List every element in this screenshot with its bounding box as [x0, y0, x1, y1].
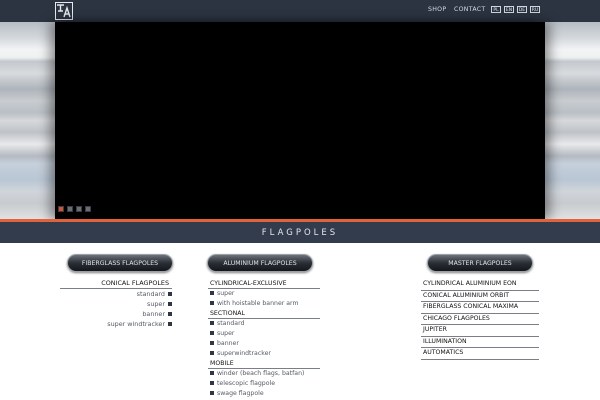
- list-item[interactable]: super: [208, 329, 320, 339]
- language-switcher: PL EN DE RU: [491, 6, 540, 13]
- list-item-label: super: [147, 300, 165, 308]
- list-item[interactable]: super: [208, 289, 320, 299]
- slider-dot-2[interactable]: [67, 206, 73, 212]
- nav-shop-link[interactable]: SHOP: [428, 6, 446, 13]
- bullet-square-icon: [168, 322, 172, 326]
- fiberglass-list: CONICAL FLAGPOLES standard super banner …: [60, 279, 172, 329]
- bullet-square-icon: [210, 351, 214, 355]
- list-item-label: standard: [136, 290, 165, 298]
- hero-video-slide[interactable]: [55, 22, 545, 219]
- lang-pl-button[interactable]: PL: [491, 6, 501, 13]
- bullet-square-icon: [210, 381, 214, 385]
- nav-contact-link[interactable]: CONTACT: [454, 6, 485, 13]
- list-item[interactable]: super windtracker: [60, 319, 172, 329]
- list-item[interactable]: JUPITER: [421, 325, 539, 337]
- bullet-square-icon: [210, 331, 214, 335]
- list-item[interactable]: standard: [60, 289, 172, 299]
- group-heading[interactable]: MOBILE: [208, 359, 320, 369]
- bullet-square-icon: [210, 291, 214, 295]
- list-item[interactable]: banner: [208, 339, 320, 349]
- lang-en-button[interactable]: EN: [504, 6, 514, 13]
- list-item-label: banner: [142, 310, 165, 318]
- list-item[interactable]: FIBERGLASS CONICAL MAXIMA: [421, 302, 539, 314]
- section-title: FLAGPOLES: [261, 228, 339, 238]
- bullet-square-icon: [210, 301, 214, 305]
- bullet-square-icon: [210, 321, 214, 325]
- master-flagpoles-button[interactable]: MASTER FLAGPOLES: [427, 254, 533, 272]
- list-item[interactable]: winder (beach flags, batfan): [208, 369, 320, 379]
- fiberglass-flagpoles-button[interactable]: FIBERGLASS FLAGPOLES: [67, 254, 173, 272]
- bullet-square-icon: [168, 312, 172, 316]
- list-item[interactable]: telescopic flagpole: [208, 379, 320, 389]
- list-item[interactable]: standard: [208, 319, 320, 329]
- slider-dot-4[interactable]: [85, 206, 91, 212]
- list-item[interactable]: with hoistable banner arm: [208, 299, 320, 309]
- bullet-square-icon: [210, 341, 214, 345]
- bullet-square-icon: [168, 292, 172, 296]
- group-heading[interactable]: CYLINDRICAL-EXCLUSIVE: [208, 279, 320, 289]
- aluminium-flagpoles-button[interactable]: ALUMINIUM FLAGPOLES: [207, 254, 313, 272]
- section-bar: FLAGPOLES: [0, 222, 600, 243]
- slider-dots: [58, 206, 91, 212]
- list-item[interactable]: ILLUMINATION: [421, 337, 539, 348]
- list-item-label: winder (beach flags, batfan): [217, 370, 305, 377]
- group-heading[interactable]: SECTIONAL: [208, 309, 320, 319]
- bullet-square-icon: [210, 371, 214, 375]
- list-item-label: standard: [217, 320, 245, 327]
- list-item-label: with hoistable banner arm: [217, 300, 299, 307]
- bullet-square-icon: [168, 302, 172, 306]
- list-item-label: super windtracker: [107, 320, 165, 328]
- list-item[interactable]: superwindtracker: [208, 349, 320, 359]
- master-list: CYLINDRICAL ALUMINIUM EON CONICAL ALUMIN…: [421, 279, 539, 360]
- lang-ru-button[interactable]: RU: [530, 6, 540, 13]
- hero-background: [0, 22, 600, 219]
- slider-dot-1[interactable]: [58, 206, 64, 212]
- top-header: SHOP CONTACT PL EN DE RU: [0, 0, 600, 22]
- brand-logo-icon[interactable]: [55, 2, 73, 20]
- list-item[interactable]: banner: [60, 309, 172, 319]
- list-item-label: super: [217, 330, 235, 337]
- list-item-label: swage flagpole: [217, 390, 264, 397]
- list-item[interactable]: CYLINDRICAL ALUMINIUM EON: [421, 279, 539, 291]
- bullet-square-icon: [210, 391, 214, 395]
- list-item-label: telescopic flagpole: [217, 380, 276, 387]
- conical-flagpoles-heading[interactable]: CONICAL FLAGPOLES: [60, 279, 172, 289]
- list-item[interactable]: super: [60, 299, 172, 309]
- aluminium-list: CYLINDRICAL-EXCLUSIVE super with hoistab…: [208, 279, 320, 399]
- list-item-label: super: [217, 290, 235, 297]
- list-item[interactable]: AUTOMATICS: [421, 348, 539, 360]
- list-item[interactable]: CHICAGO FLAGPOLES: [421, 314, 539, 325]
- list-item[interactable]: swage flagpole: [208, 389, 320, 399]
- list-item-label: superwindtracker: [217, 350, 271, 357]
- list-item-label: banner: [217, 340, 239, 347]
- list-item[interactable]: CONICAL ALUMINIUM ORBIT: [421, 291, 539, 302]
- slider-dot-3[interactable]: [76, 206, 82, 212]
- lang-de-button[interactable]: DE: [517, 6, 527, 13]
